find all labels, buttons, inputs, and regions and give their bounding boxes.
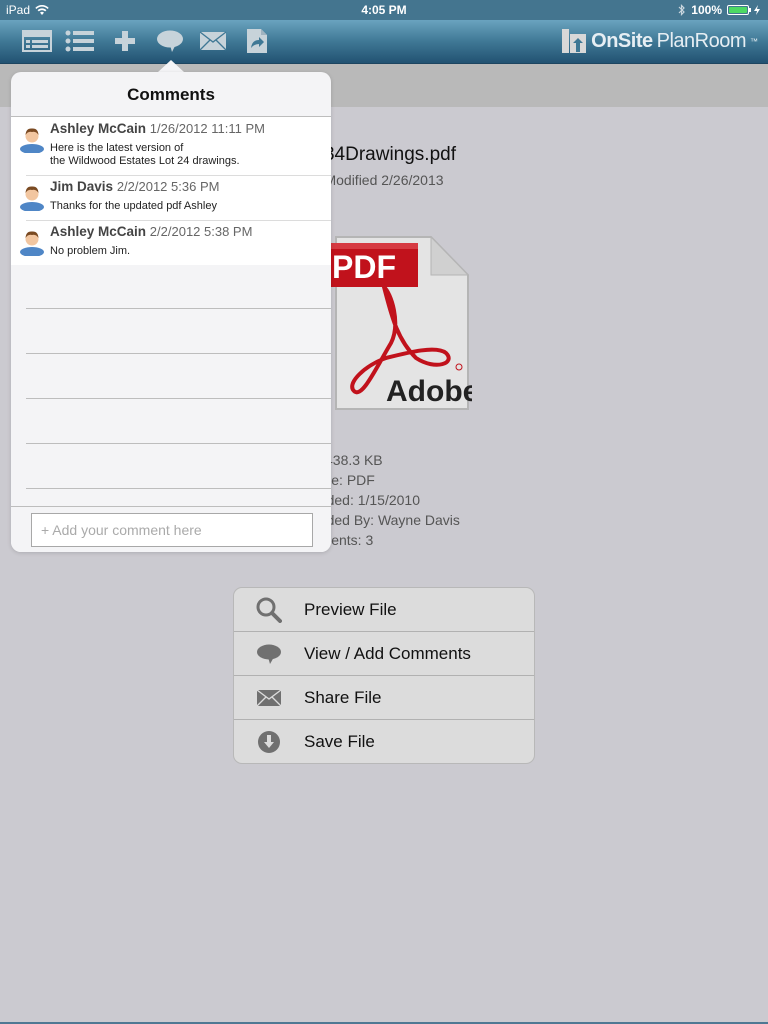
- charging-icon: [754, 5, 760, 15]
- user-avatar-icon: [20, 128, 44, 153]
- battery-percent: 100%: [691, 3, 722, 17]
- comment-author: Jim Davis: [50, 179, 114, 194]
- details-view-button[interactable]: [22, 28, 52, 54]
- download-icon: [258, 731, 280, 753]
- preview-file-button[interactable]: Preview File: [234, 588, 534, 632]
- share-file-button[interactable]: Share File: [234, 676, 534, 720]
- view-add-comments-button[interactable]: View / Add Comments: [234, 632, 534, 676]
- comments-list: Ashley McCain 1/26/2012 11:11 PM Here is…: [11, 117, 331, 265]
- pdf-label: PDF: [332, 249, 396, 285]
- email-button[interactable]: [198, 28, 228, 54]
- plus-icon: [115, 31, 135, 51]
- empty-row: [26, 354, 331, 399]
- list-view-button[interactable]: [65, 28, 95, 54]
- comment-date: 2/2/2012 5:36 PM: [116, 179, 220, 194]
- metadata-value: 3: [365, 532, 374, 548]
- comment-date: 2/2/2012 5:38 PM: [149, 224, 253, 239]
- comment-text: Here is the latest version of the Wildwo…: [50, 142, 240, 167]
- user-avatar-icon: [20, 231, 44, 256]
- envelope-icon: [256, 688, 282, 706]
- action-label: Share File: [304, 687, 382, 707]
- comments-popover: Comments Ashley McCain 1/26/2012 11:11 P…: [11, 72, 331, 552]
- comment-author: Ashley McCain: [50, 121, 147, 136]
- comment-item: Jim Davis 2/2/2012 5:36 PM Thanks for th…: [11, 175, 331, 220]
- speech-bubble-icon: [257, 644, 281, 664]
- onsite-planroom-logo: OnSite PlanRoom ™: [561, 28, 758, 54]
- comment-text: No problem Jim.: [50, 245, 131, 257]
- list-icon: [65, 30, 94, 52]
- empty-row: [26, 309, 331, 354]
- details-icon: [22, 30, 52, 52]
- status-bar: iPad 4:05 PM 100%: [0, 0, 768, 20]
- empty-row: [26, 264, 331, 309]
- magnifier-icon: [256, 597, 282, 623]
- comment-author: Ashley McCain: [50, 224, 147, 239]
- user-avatar-icon: [20, 186, 44, 211]
- popover-title: Comments: [11, 72, 331, 117]
- app-toolbar: OnSite PlanRoom ™: [0, 20, 768, 64]
- logo-trademark: ™: [750, 36, 758, 46]
- comment-input-bar: [11, 506, 331, 552]
- action-label: Preview File: [304, 599, 397, 619]
- share-button[interactable]: [242, 28, 272, 54]
- empty-row: [26, 399, 331, 444]
- metadata-value: Wayne Davis: [377, 512, 460, 528]
- metadata-value: 438.3 KB: [325, 452, 383, 468]
- envelope-icon: [199, 31, 227, 51]
- action-label: View / Add Comments: [304, 643, 471, 663]
- metadata-value: 1/15/2010: [357, 492, 421, 508]
- empty-comment-rows: [11, 264, 331, 489]
- adobe-label: Adobe: [386, 375, 472, 408]
- metadata-value: PDF: [346, 472, 375, 488]
- comment-text: Thanks for the updated pdf Ashley: [50, 200, 217, 212]
- save-file-button[interactable]: Save File: [234, 720, 534, 763]
- file-actions-menu: Preview File View / Add Comments Share F…: [233, 587, 535, 764]
- popover-arrow: [158, 60, 184, 72]
- logo-onsite: OnSite: [591, 29, 653, 52]
- comments-button[interactable]: [155, 28, 185, 54]
- speech-bubble-icon: [157, 30, 183, 52]
- clock: 4:05 PM: [361, 3, 407, 17]
- comment-input[interactable]: [31, 513, 313, 547]
- battery-icon: [727, 5, 751, 15]
- comment-item: Ashley McCain 1/26/2012 11:11 PM Here is…: [11, 117, 331, 175]
- logo-planroom: PlanRoom: [656, 29, 747, 52]
- action-label: Save File: [304, 732, 375, 751]
- planroom-logo-icon: [562, 29, 587, 53]
- comment-date: 1/26/2012 11:11 PM: [149, 121, 265, 136]
- add-button[interactable]: [110, 28, 140, 54]
- comment-item: Ashley McCain 2/2/2012 5:38 PM No proble…: [11, 220, 331, 265]
- share-document-icon: [247, 29, 267, 53]
- bluetooth-icon: [678, 4, 686, 16]
- empty-row: [26, 444, 331, 489]
